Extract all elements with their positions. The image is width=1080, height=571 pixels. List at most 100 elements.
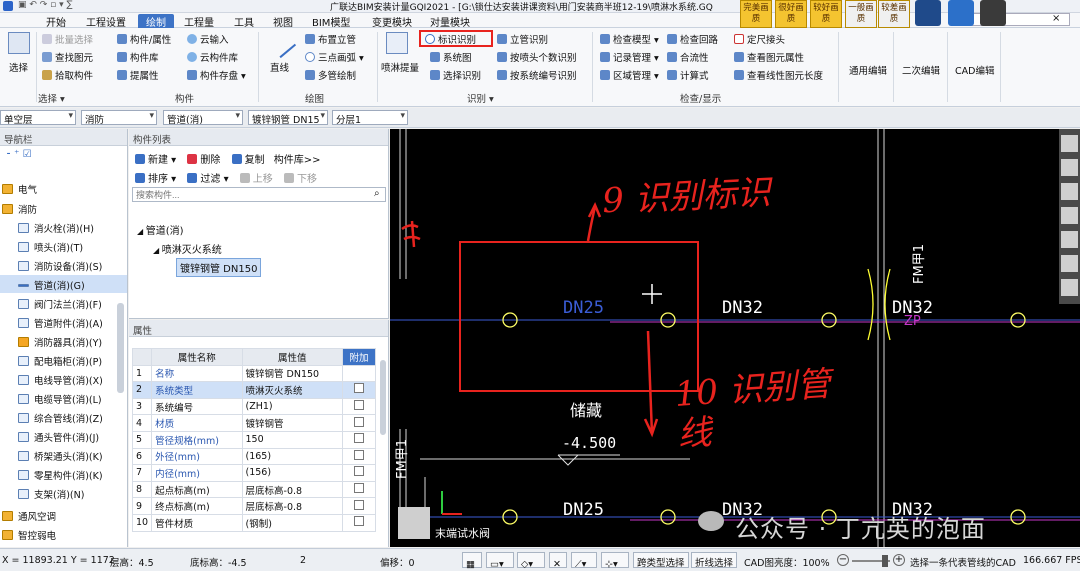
find-element-button[interactable]: 查找图元 (42, 50, 93, 64)
floor-combo[interactable]: 单空层 (0, 110, 76, 125)
menu-change-module[interactable]: 变更模块 (372, 14, 412, 29)
move-down-button[interactable]: 下移 (283, 173, 317, 185)
line-button[interactable]: 直线 (270, 60, 289, 74)
quality-badge-good[interactable]: 较好画质 (810, 0, 842, 28)
view-linear-length-button[interactable]: 查看线性图元长度 (734, 68, 823, 82)
check-model-button[interactable]: 检查模型 ▾ (600, 32, 659, 46)
nav-item[interactable]: 管道附件(消)(A) (0, 313, 127, 331)
extra-checkbox[interactable] (353, 449, 364, 460)
nav-item[interactable]: 消防设备(消)(S) (0, 256, 127, 274)
secondary-edit-button[interactable]: 二次编辑 (902, 63, 940, 77)
component-combo[interactable]: 镀锌钢管 DN15 (248, 110, 328, 125)
exit-icon[interactable] (980, 0, 1006, 26)
nav-item[interactable]: 综合管线(消)(Z) (0, 408, 127, 426)
nav-item[interactable]: 通头管件(消)(J) (0, 427, 127, 445)
extra-checkbox[interactable] (353, 483, 364, 494)
nav-scrollbar[interactable] (117, 303, 124, 393)
sort-button[interactable]: 排序 ▾ (135, 173, 176, 185)
properties-scrollbar[interactable] (380, 360, 386, 435)
snap-line-button[interactable]: ⟋▾ (571, 552, 597, 570)
extra-checkbox[interactable] (353, 383, 364, 394)
nav-category-fire[interactable]: 消防 (0, 199, 127, 217)
area-manage-button[interactable]: 区域管理 ▾ (600, 68, 659, 82)
pick-component-button[interactable]: 拾取构件 (42, 68, 93, 82)
cad-canvas[interactable]: DN25 DN32 DN32 DN25 DN32 DN32 FM甲1 FM甲1 … (390, 129, 1080, 547)
nav-item[interactable]: 零星构件(消)(K) (0, 465, 127, 483)
select-identify-button[interactable]: 选择识别 (430, 68, 481, 82)
quality-badge-normal[interactable]: 一般画质 (845, 0, 877, 28)
quality-badge-perfect[interactable]: 完美画质 (740, 0, 772, 28)
nav-category-weak-current[interactable]: 智控弱电 (0, 525, 127, 543)
nav-item[interactable]: 电线导管(消)(X) (0, 370, 127, 388)
component-lib-link[interactable]: 构件库>> (274, 155, 321, 166)
new-button[interactable]: 新建 ▾ (135, 154, 176, 166)
select-icon[interactable] (8, 32, 30, 54)
tree-system[interactable]: ◢ 喷淋灭火系统 (153, 241, 222, 256)
cloud-input-button[interactable]: 云输入 (187, 32, 229, 46)
batch-select-button[interactable]: 批量选择 (42, 32, 93, 46)
monitor-icon[interactable] (948, 0, 974, 26)
nav-item[interactable]: 配电箱柜(消)(P) (0, 351, 127, 369)
nav-category-electric[interactable]: 电气 (0, 179, 127, 197)
tree-root[interactable]: ◢ 管道(消) (137, 222, 184, 237)
quality-badge-poor[interactable]: 较差画质 (878, 0, 910, 28)
nav-item[interactable]: 喷头(消)(T) (0, 237, 127, 255)
copy-button[interactable]: 复制 (231, 154, 265, 166)
cloud-lib-button[interactable]: 云构件库 (187, 50, 238, 64)
snap-grid-button[interactable]: ▦ (462, 552, 482, 570)
menu-tools[interactable]: 工具 (234, 14, 254, 29)
system-diagram-button[interactable]: 系统图 (430, 50, 472, 64)
riser-identify-button[interactable]: 立管识别 (497, 32, 548, 46)
extra-checkbox[interactable] (353, 400, 364, 411)
component-lib-button[interactable]: 构件库 (117, 50, 159, 64)
nav-item[interactable]: 消防器具(消)(Y) (0, 332, 127, 350)
view-element-property-button[interactable]: 查看图元属性 (734, 50, 804, 64)
three-point-arc-button[interactable]: 三点画弧 ▾ (305, 50, 364, 64)
place-riser-button[interactable]: 布置立管 (305, 32, 356, 46)
select-button[interactable]: 选择 (9, 60, 28, 74)
snap-point-button[interactable]: ⊹▾ (601, 552, 629, 570)
menu-draw[interactable]: 绘制 (138, 14, 174, 29)
view-cube-strip[interactable] (1059, 129, 1080, 304)
check-loop-button[interactable]: 检查回路 (667, 32, 718, 46)
menu-project-settings[interactable]: 工程设置 (86, 14, 126, 29)
component-search-input[interactable] (132, 187, 386, 202)
snap-cross-button[interactable]: ✕ (549, 552, 567, 570)
component-property-button[interactable]: 构件/属性 (117, 32, 171, 46)
menu-compare-module[interactable]: 对量模块 (430, 14, 470, 29)
nav-item[interactable]: 消火栓(消)(H) (0, 218, 127, 236)
menu-view[interactable]: 视图 (273, 14, 293, 29)
identify-by-head-count-button[interactable]: 按喷头个数识别 (497, 50, 577, 64)
menu-quantity[interactable]: 工程量 (184, 14, 214, 29)
brightness-minus-icon[interactable]: − (837, 554, 849, 566)
menu-start[interactable]: 开始 (46, 14, 66, 29)
type-combo[interactable]: 管道(消) (163, 110, 243, 125)
nav-category-hvac[interactable]: 通风空调 (0, 506, 127, 524)
snap-rect-button[interactable]: ▭▾ (486, 552, 514, 570)
extra-checkbox[interactable] (353, 433, 364, 444)
cad-edit-button[interactable]: CAD编辑 (955, 63, 994, 77)
nav-item[interactable]: 桥架通头(消)(K) (0, 446, 127, 464)
quick-access-icons[interactable]: ▣ ↶ ↷ ▫ ▾ ∑ (18, 0, 73, 10)
close-search-icon[interactable]: × (1052, 13, 1060, 24)
nav-item[interactable]: 电缆导管(消)(L) (0, 389, 127, 407)
extract-property-button[interactable]: 提属性 (117, 68, 159, 82)
tree-component-selected[interactable]: 镀锌钢管 DN150 (176, 258, 262, 277)
quality-badge-very-good[interactable]: 很好画质 (775, 0, 807, 28)
delete-button[interactable]: 删除 (187, 154, 220, 166)
record-manage-button[interactable]: 记录管理 ▾ (600, 50, 659, 64)
identify-by-system-no-button[interactable]: 按系统编号识别 (497, 68, 577, 82)
component-save-button[interactable]: 构件存盘 ▾ (187, 68, 246, 82)
legality-button[interactable]: 合流性 (667, 50, 709, 64)
brightness-slider-thumb[interactable] (882, 555, 888, 567)
menu-bim-model[interactable]: BIM模型 (312, 14, 350, 29)
snap-3d-button[interactable]: ◇▾ (517, 552, 545, 570)
move-up-button[interactable]: 上移 (239, 173, 273, 185)
extra-checkbox[interactable] (353, 416, 364, 427)
layer-combo[interactable]: 分层1 (332, 110, 408, 125)
extra-checkbox[interactable] (353, 466, 364, 477)
multi-pipe-button[interactable]: 多管绘制 (305, 68, 356, 82)
nav-wheel-icon[interactable] (915, 0, 941, 26)
nav-item[interactable]: 支架(消)(N) (0, 484, 127, 502)
cross-type-select-button[interactable]: 跨类型选择 (633, 552, 689, 569)
